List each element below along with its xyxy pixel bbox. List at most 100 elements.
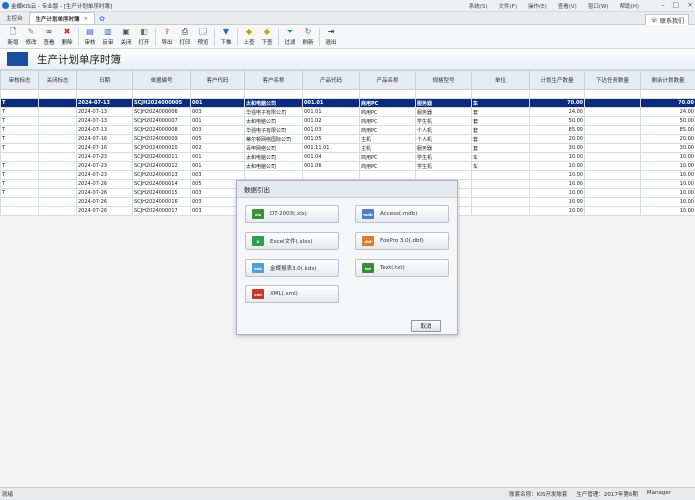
maximize-icon[interactable]: □: [673, 1, 680, 9]
table-cell: 商用PC: [359, 98, 416, 108]
export-mdb-button[interactable]: mdb Access(.mdb): [355, 205, 449, 223]
export-xls-button[interactable]: xls DT-2003(.xls): [245, 205, 339, 223]
table-row[interactable]: 2024-07-23 SCJH2024000011 001 太和电脑公司 001.04 商…: [0, 152, 695, 162]
new-button[interactable]: 🗋 新增: [4, 26, 22, 48]
column-header[interactable]: 客户名称: [244, 70, 303, 90]
menu-operation[interactable]: 操作(E): [528, 2, 547, 10]
table-cell: 太和电脑公司: [244, 161, 303, 171]
unaudit-button[interactable]: ▥ 反审: [99, 26, 117, 48]
column-header[interactable]: 规格型号: [415, 70, 472, 90]
table-row[interactable]: T 2024-07-13 SCJH2024000006 003 华强电子有限公司 001.…: [0, 107, 695, 117]
delete-button[interactable]: ✖ 删除: [58, 26, 76, 48]
exit-button[interactable]: ⇥ 退出: [322, 26, 340, 48]
query-down-button[interactable]: ◆ 下查: [258, 26, 276, 48]
table-cell: [471, 89, 530, 99]
toolbar-separator: [214, 27, 215, 46]
edit-icon: ✎: [27, 27, 35, 36]
push-down-button[interactable]: ▼ 下推: [217, 26, 235, 48]
column-header[interactable]: 客户代码: [190, 70, 245, 90]
column-header[interactable]: 产品名称: [359, 70, 416, 90]
print-label: 打印: [179, 40, 191, 46]
table-cell: SCJH2024000010: [132, 143, 191, 153]
close-doc-button[interactable]: ▣ 关闭: [117, 26, 135, 48]
table-cell: [584, 179, 641, 189]
column-header[interactable]: 日期: [76, 70, 133, 90]
tab-close-icon[interactable]: ×: [84, 16, 89, 22]
table-cell: 套: [471, 116, 530, 126]
menu-bar: 系统(S) 文件(F) 操作(E) 查看(V) 窗口(W) 帮助(H): [469, 2, 639, 10]
table-row[interactable]: T 2024-07-23 SCJH2024000012 001 太和电脑公司 001.06…: [0, 161, 695, 171]
table-cell: 2024-07-16: [76, 143, 133, 153]
new-tab-icon[interactable]: ✿: [99, 15, 105, 24]
table-row[interactable]: [0, 89, 695, 99]
column-header[interactable]: 单位: [471, 70, 530, 90]
query-up-button[interactable]: ◆ 上查: [240, 26, 258, 48]
open-doc-button[interactable]: ◧ 打开: [135, 26, 153, 48]
export-dbf-button[interactable]: dbf FoxPro 3.0(.dbf): [355, 232, 449, 250]
table-cell: SCJH2024000016: [132, 197, 191, 207]
cancel-button[interactable]: 取消: [411, 320, 441, 332]
table-cell: 学生机: [415, 116, 472, 126]
close-icon[interactable]: ×: [687, 1, 693, 9]
table-cell: 10.00: [640, 170, 695, 180]
export-kds-button[interactable]: kds 金蝶报表3.0(.kds): [245, 259, 339, 277]
table-cell: 003: [190, 107, 245, 117]
filter-label: 过滤: [284, 40, 296, 46]
table-cell: 003: [190, 170, 245, 180]
edit-button[interactable]: ✎ 修改: [22, 26, 40, 48]
menu-help[interactable]: 帮助(H): [620, 2, 639, 10]
txt-file-icon: txt: [362, 263, 374, 273]
table-cell: 太和电脑公司: [244, 152, 303, 162]
table-row[interactable]: T 2024-07-13 SCJH2024000007 001 太和电脑公司 001.02…: [0, 116, 695, 126]
column-header[interactable]: 剩余计划数量: [640, 70, 695, 90]
export-label: 导出: [161, 40, 173, 46]
table-row[interactable]: T 2024-07-16 SCJH2024000010 002 百甲网络公司 001.11…: [0, 143, 695, 153]
export-button[interactable]: ⇪ 导出: [158, 26, 176, 48]
table-cell: [38, 170, 77, 180]
table-row[interactable]: T 2024-07-13 SCJH2024000008 003 华强电子有限公司 001.…: [0, 125, 695, 135]
table-cell: 商用PC: [359, 125, 416, 135]
export-xml-button[interactable]: xml XML(.xml): [245, 285, 339, 303]
menu-system[interactable]: 系统(S): [469, 2, 488, 10]
page-header: 生产计划单序时簿: [0, 49, 695, 70]
table-row[interactable]: T 2024-07-16 SCJH2024000009 005 蒂尔顿网络国际公司 001…: [0, 134, 695, 144]
export-xlsx-button[interactable]: X Excel文件(.xlsx): [245, 232, 339, 250]
audit-button[interactable]: ▤ 审核: [81, 26, 99, 48]
table-cell: 服务器: [415, 143, 472, 153]
preview-button[interactable]: 🗔 预览: [194, 26, 212, 48]
table-cell: SCJH2024000006: [132, 107, 191, 117]
title-bar: 金蝶KIS云 - 专业版 - [生产计划单序时簿] 系统(S) 文件(F) 操作…: [0, 0, 695, 12]
table-cell: [244, 170, 303, 180]
table-row[interactable]: T 2024-07-13 SCJH2024000005 001 太和电脑公司 001.01…: [0, 98, 695, 108]
column-header[interactable]: 审核标志: [0, 70, 39, 90]
column-header[interactable]: 关闭标志: [38, 70, 77, 90]
table-cell: SCJH2024000012: [132, 161, 191, 171]
menu-window[interactable]: 窗口(W): [588, 2, 609, 10]
table-cell: [38, 98, 77, 108]
window-title: 金蝶KIS云 - 专业版 - [生产计划单序时簿]: [11, 3, 112, 10]
table-cell: [38, 107, 77, 117]
menu-view[interactable]: 查看(V): [558, 2, 577, 10]
print-button[interactable]: ⎙ 打印: [176, 26, 194, 48]
delete-icon: ✖: [63, 27, 71, 36]
table-cell: [132, 89, 191, 99]
table-cell: 005: [190, 134, 245, 144]
minimize-icon[interactable]: –: [661, 1, 665, 9]
table-cell: 服务器: [415, 98, 472, 108]
export-xml-label: XML(.xml): [270, 291, 298, 297]
filter-button[interactable]: ⏷ 过滤: [281, 26, 299, 48]
tab-main-console[interactable]: 主控台: [0, 12, 29, 24]
tab-production-plan[interactable]: 生产计划单序时簿 ×: [28, 12, 96, 24]
column-header[interactable]: 单据编号: [132, 70, 191, 90]
column-header[interactable]: 产品代码: [302, 70, 360, 90]
refresh-button[interactable]: ↻ 刷新: [299, 26, 317, 48]
column-header[interactable]: 计划生产数量: [529, 70, 585, 90]
table-cell: 30.00: [640, 143, 695, 153]
export-txt-button[interactable]: txt Text(.txt): [355, 259, 449, 277]
menu-file[interactable]: 文件(F): [499, 2, 517, 10]
table-cell: [38, 188, 77, 198]
view-button[interactable]: ∞ 查看: [40, 26, 58, 48]
table-cell: T: [0, 98, 39, 108]
column-header[interactable]: 下达任务数量: [584, 70, 641, 90]
table-row[interactable]: T 2024-07-23 SCJH2024000013 003 10.00 10.00: [0, 170, 695, 180]
